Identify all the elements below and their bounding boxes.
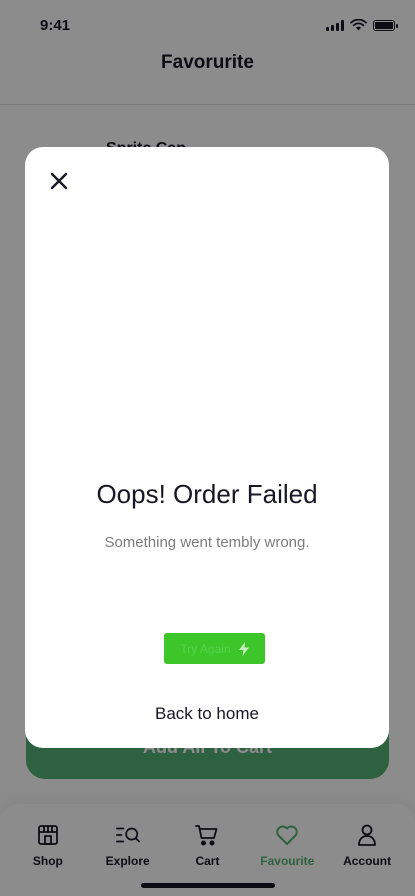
close-button[interactable] [45,167,73,195]
back-to-home-link[interactable]: Back to home [25,704,389,724]
dialog-title: Oops! Order Failed [96,479,318,509]
close-icon [50,172,68,190]
try-again-button[interactable]: Try Again [164,633,265,664]
dialog-subtitle: Something went tembly wrong. [104,534,310,551]
order-failed-dialog: Oops! Order Failed Something went tembly… [25,147,389,748]
lightning-icon [238,641,249,656]
try-again-label: Try Again [180,641,231,656]
